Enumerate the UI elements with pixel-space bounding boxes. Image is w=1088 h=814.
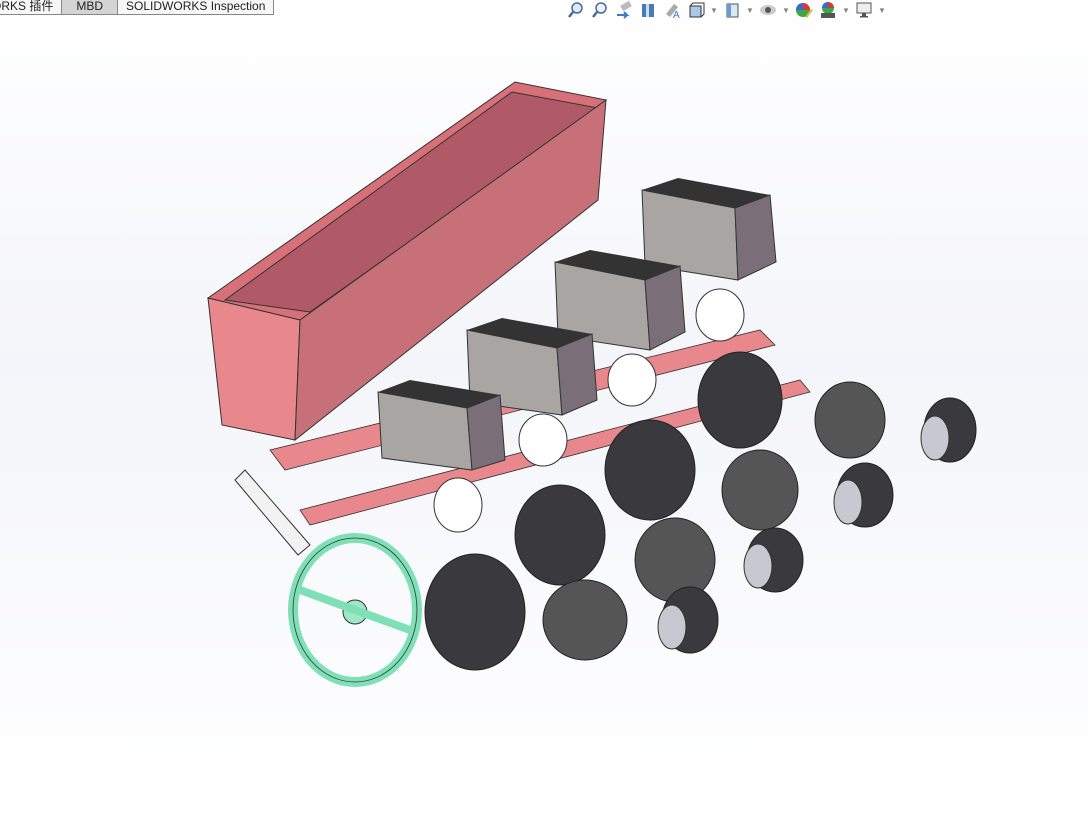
svg-text:A: A [673,10,680,19]
heads-up-view-toolbar: A ▼ ▼ ▼ ▼ ▼ [566,0,886,20]
tab-solidworks-addins[interactable]: ORKS 插件 [0,0,63,14]
chevron-down-icon[interactable]: ▼ [710,6,718,15]
seed-planter-assembly [206,81,977,687]
view-orientation-icon[interactable] [686,1,706,19]
view-settings-icon[interactable] [854,1,874,19]
zoom-to-fit-icon[interactable] [566,1,586,19]
hopper-front [207,297,301,441]
command-manager-tabs: ORKS 插件 MBD SOLIDWORKS Inspection [0,0,275,15]
hide-show-items-icon[interactable] [758,1,778,19]
display-style-icon[interactable] [722,1,742,19]
chevron-down-icon[interactable]: ▼ [782,6,790,15]
edit-appearance-icon[interactable] [794,1,814,19]
chevron-down-icon[interactable]: ▼ [746,6,754,15]
previous-view-icon[interactable] [614,1,634,19]
drive-wheel [288,533,422,687]
drive-arm [234,469,311,556]
apply-scene-icon[interactable] [818,1,838,19]
graphics-area-model-view[interactable] [0,20,1088,814]
zoom-to-area-icon[interactable] [590,1,610,19]
chevron-down-icon[interactable]: ▼ [842,6,850,15]
tab-solidworks-inspection[interactable]: SOLIDWORKS Inspection [118,0,275,14]
section-view-icon[interactable] [638,1,658,19]
tab-mbd[interactable]: MBD [62,0,119,14]
chevron-down-icon[interactable]: ▼ [878,6,886,15]
dynamic-annotation-views-icon[interactable]: A [662,1,682,19]
